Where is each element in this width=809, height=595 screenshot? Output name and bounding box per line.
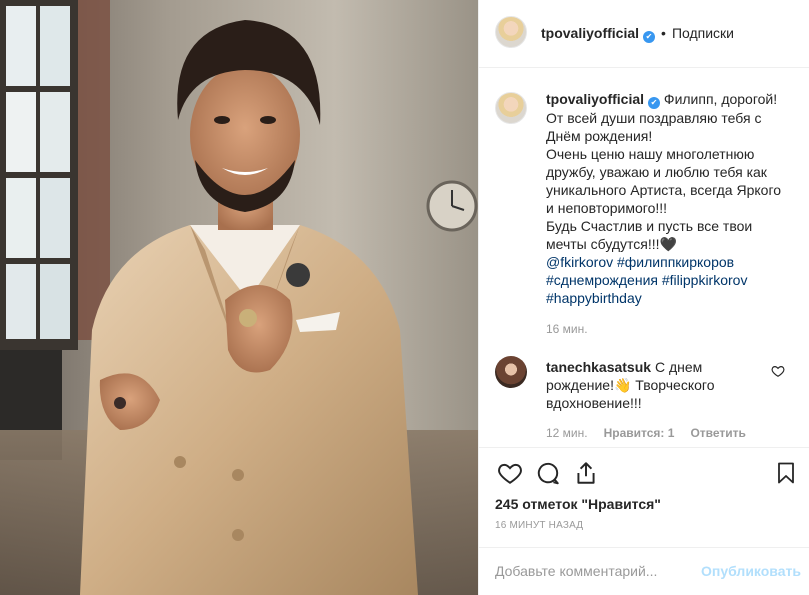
- caption-line: От всей души поздравляю тебя с: [546, 110, 762, 126]
- publish-button[interactable]: Опубликовать: [701, 563, 801, 579]
- caption-line: мечты сбудутся!!!🖤: [546, 236, 677, 252]
- hashtag-link[interactable]: #сднемрождения: [546, 272, 658, 288]
- caption-timestamp: 16 мин.: [546, 322, 588, 336]
- comment-text: tanechkasatsuk С днем рождение!👋 Творчес…: [546, 358, 766, 412]
- comment-like-heart-icon[interactable]: [771, 364, 785, 378]
- comment-line: вдохновение!!!: [546, 395, 642, 411]
- comment-meta: 12 мин. Нравится: 1 Ответить: [546, 426, 762, 440]
- comment-body: С днем: [654, 359, 703, 375]
- caption-author-avatar[interactable]: [495, 92, 527, 124]
- comment-button[interactable]: [533, 458, 563, 488]
- verified-badge-icon: ✔: [643, 31, 656, 43]
- author-avatar[interactable]: [495, 16, 527, 48]
- header-line: tpovaliyofficial ✔ • Подписки: [541, 25, 734, 43]
- hashtag-line: #happybirthday: [546, 289, 796, 307]
- save-button[interactable]: [771, 458, 801, 488]
- comment-input[interactable]: [495, 560, 695, 582]
- add-comment-bar: Опубликовать: [479, 547, 809, 595]
- hashtag-line: #сднемрождения #filippkirkorov: [546, 271, 796, 289]
- hashtag-link[interactable]: #filippkirkorov: [662, 272, 748, 288]
- comment-bubble-icon: [537, 462, 559, 485]
- comment-item: tanechkasatsuk С днем рождение!👋 Творчес…: [495, 354, 795, 444]
- post-timestamp: 16 МИНУТ НАЗАД: [495, 520, 584, 531]
- share-button[interactable]: [571, 458, 601, 488]
- share-upload-icon: [577, 462, 595, 484]
- comment-line: tanechkasatsuk С днем: [546, 358, 766, 376]
- caption-text: tpovaliyofficial ✔ Филипп, дорогой! От вс…: [546, 90, 796, 307]
- post-sidebar: tpovaliyofficial ✔ • Подписки tpovaliyoffic…: [478, 0, 809, 595]
- comment-line: рождение!👋 Творческого: [546, 377, 715, 393]
- follow-status-button[interactable]: Подписки: [672, 25, 734, 41]
- mention-link[interactable]: @fkirkorov: [546, 254, 613, 270]
- comment-likes-count[interactable]: Нравится: 1: [604, 426, 675, 440]
- commenter-avatar[interactable]: [495, 356, 527, 388]
- heart-icon: [498, 463, 522, 484]
- verified-badge-icon: ✔: [648, 97, 661, 109]
- post-header: tpovaliyofficial ✔ • Подписки: [479, 0, 809, 68]
- likes-count[interactable]: 245 отметок "Нравится": [495, 496, 661, 512]
- caption-line: Будь Счастлив и пусть все твои: [546, 218, 753, 234]
- commenter-username[interactable]: tanechkasatsuk: [546, 359, 651, 375]
- hashtag-link[interactable]: #happybirthday: [546, 290, 642, 306]
- post-photo[interactable]: [0, 0, 478, 595]
- caption-line: и неповторимого!!!: [546, 200, 668, 216]
- caption-line: Очень ценю нашу многолетнюю: [546, 146, 755, 162]
- caption-line-text: Филипп, дорогой!: [663, 91, 778, 107]
- post-actions: 245 отметок "Нравится" 16 МИНУТ НАЗАД: [479, 447, 809, 547]
- reply-button[interactable]: Ответить: [690, 426, 745, 440]
- caption-line: уникального Артиста, всегда Яркого: [546, 182, 782, 198]
- caption-line: tpovaliyofficial ✔ Филипп, дорогой!: [546, 90, 796, 109]
- hashtag-link[interactable]: #филиппкиркоров: [617, 254, 734, 270]
- caption-line: дружбу, уважаю и люблю тебя как: [546, 164, 767, 180]
- hashtag-line: @fkirkorov #филиппкиркоров: [546, 253, 796, 271]
- like-button[interactable]: [495, 458, 525, 488]
- caption-line: Днём рождения!: [546, 128, 653, 144]
- post-photo-illustration: [0, 0, 478, 595]
- caption-author-username[interactable]: tpovaliyofficial: [546, 91, 644, 107]
- author-username[interactable]: tpovaliyofficial: [541, 25, 639, 41]
- bookmark-icon: [778, 462, 794, 484]
- comment-timestamp: 12 мин.: [546, 426, 588, 440]
- separator-dot: •: [661, 25, 666, 41]
